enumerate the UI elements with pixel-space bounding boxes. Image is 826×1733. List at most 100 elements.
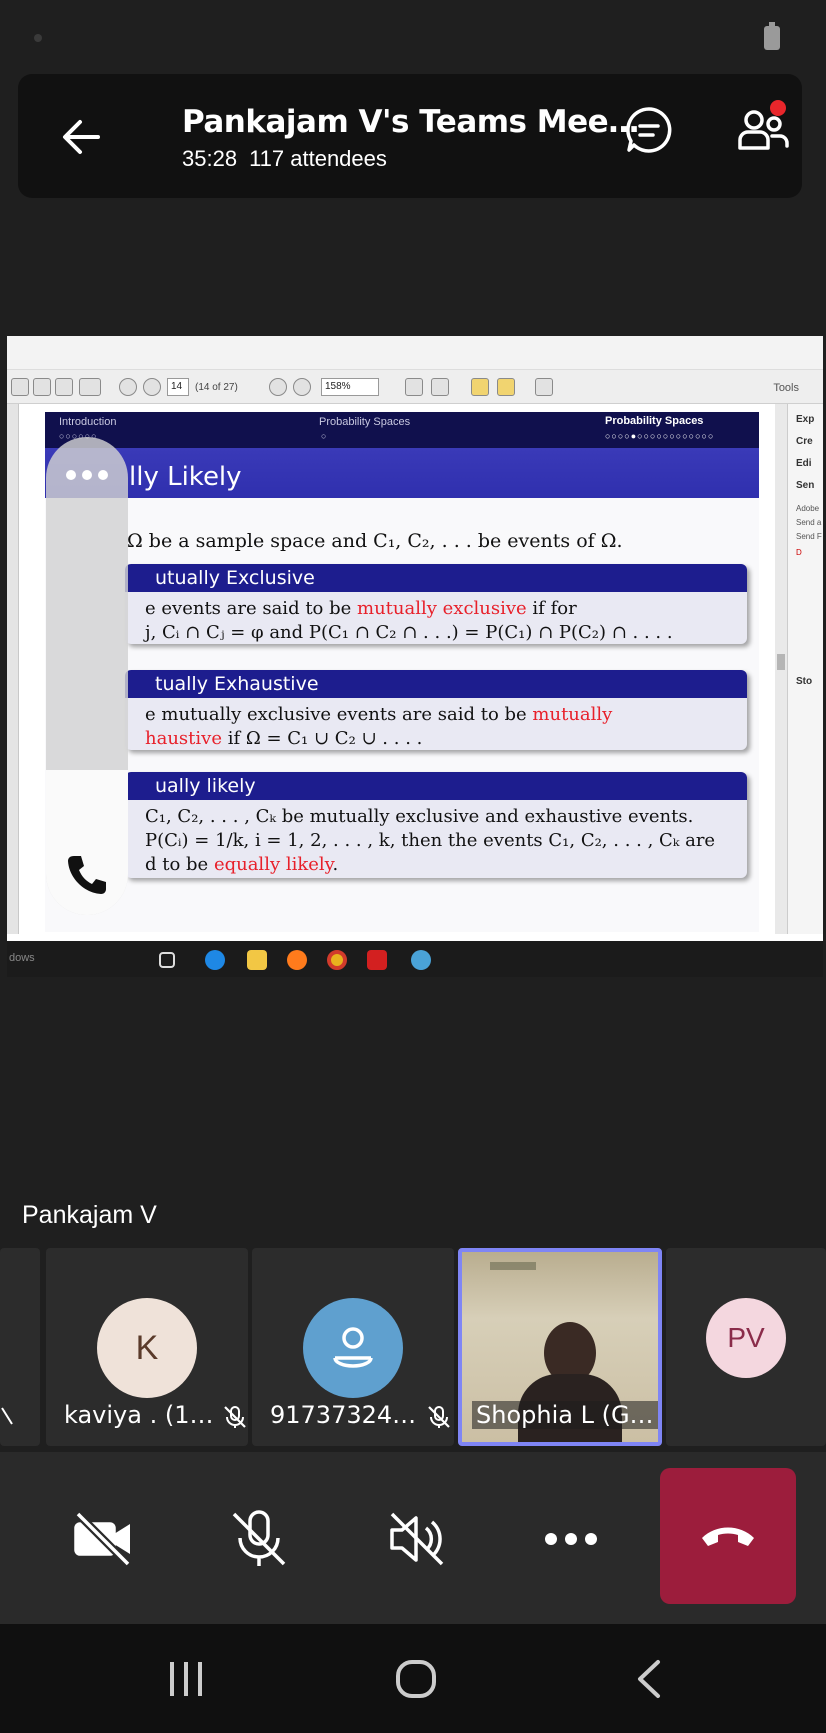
- highlight-icon: [497, 378, 515, 396]
- acrobat-icon: [367, 950, 387, 970]
- avatar: K: [97, 1298, 197, 1398]
- panel-text: D: [796, 548, 802, 557]
- file-explorer-icon: [247, 950, 267, 970]
- chat-icon[interactable]: [623, 104, 675, 156]
- attendee-count: 117 attendees: [249, 146, 387, 171]
- box-line: j, Cᵢ ∩ Cⱼ = φ and P(C₁ ∩ C₂ ∩ . . .) = …: [145, 622, 673, 643]
- participant-tile[interactable]: PV: [666, 1248, 826, 1446]
- floating-call-button[interactable]: [46, 770, 128, 915]
- box-line: e mutually exclusive events are said to …: [145, 704, 612, 725]
- panel-text: Adobe: [796, 504, 820, 513]
- task-view-icon: [159, 952, 175, 968]
- panel-item: Edi: [796, 458, 812, 469]
- slide-navbar: Introduction ○○○○○○ Probability Spaces ○…: [45, 412, 759, 448]
- leave-call-button[interactable]: [660, 1468, 796, 1604]
- mic-off-icon: [224, 1406, 246, 1428]
- box-heading: tually Exhaustive: [125, 670, 747, 698]
- hang-up-icon: [702, 1527, 754, 1546]
- panel-item: Sto: [796, 676, 813, 687]
- meeting-header: Pankajam V's Teams Mee… 35:28 117 attende…: [18, 74, 802, 198]
- highlight-text: mutually exclusive: [357, 598, 527, 619]
- participant-tile[interactable]: 91737324…: [252, 1248, 454, 1446]
- more-options-icon[interactable]: [62, 465, 112, 485]
- page-number-input: 14: [167, 378, 189, 396]
- phone-icon[interactable]: [64, 852, 110, 898]
- box-line: e events are said to be mutually exclusi…: [145, 598, 577, 619]
- definition-box-exhaustive: tually Exhaustive e mutually exclusive e…: [125, 670, 747, 750]
- highlight-text: mutually: [532, 704, 613, 725]
- avatar: PV: [706, 1298, 786, 1378]
- participant-tile[interactable]: K kaviya . (1…: [46, 1248, 248, 1446]
- zoom-in-icon: [293, 378, 311, 396]
- comment-icon: [471, 378, 489, 396]
- tools-label: Tools: [773, 382, 799, 394]
- page-count: (14 of 27): [195, 382, 238, 393]
- left-gutter: [7, 404, 19, 934]
- text: e mutually exclusive events are said to …: [145, 704, 533, 725]
- nav-section-current: Probability Spaces: [605, 415, 704, 427]
- mail-icon: [79, 378, 101, 396]
- speaker-off-icon[interactable]: [384, 1506, 450, 1572]
- nav-dots-center: ○: [321, 431, 328, 441]
- slide: Introduction ○○○○○○ Probability Spaces ○…: [45, 412, 759, 932]
- page-down-icon: [143, 378, 161, 396]
- participant-tile-speaking[interactable]: Shophia L (G…: [458, 1248, 662, 1446]
- panel-item: Exp: [796, 414, 815, 425]
- viewer-top-strip: [7, 336, 823, 370]
- battery-icon: [764, 22, 780, 50]
- meeting-duration: 35:28: [182, 146, 238, 171]
- zoom-out-icon: [269, 378, 287, 396]
- taskbar-label: dows: [9, 952, 35, 964]
- nav-section-introduction: Introduction: [59, 416, 117, 428]
- box-heading: utually Exclusive: [125, 564, 747, 592]
- firefox-icon: [287, 950, 307, 970]
- page-up-icon: [119, 378, 137, 396]
- mic-off-icon: [1, 1407, 13, 1425]
- text: if Ω = C₁ ∪ C₂ ∪ . . . .: [221, 728, 423, 749]
- app-icon: [411, 950, 431, 970]
- back-arrow-icon[interactable]: [56, 112, 116, 162]
- phone-user-icon: [333, 1327, 373, 1368]
- edge-icon: [205, 950, 225, 970]
- teams-meeting-screen: { "meeting": { "title": "Pankajam V's Te…: [0, 0, 826, 1733]
- system-navigation-bar: [0, 1624, 826, 1733]
- back-icon[interactable]: [634, 1658, 664, 1700]
- recent-apps-icon[interactable]: [166, 1660, 206, 1698]
- text: if for: [526, 598, 577, 619]
- highlight-text: haustive: [145, 728, 222, 749]
- participant-name: 91737324…: [270, 1401, 417, 1429]
- toolbar-button: [11, 378, 29, 396]
- slide-intro: Ω be a sample space and C₁, C₂, . . . be…: [127, 530, 623, 552]
- nav-dots-current: ○○○○●○○○○○○○○○○○○: [605, 431, 715, 441]
- home-icon[interactable]: [394, 1658, 438, 1700]
- avatar: [303, 1298, 403, 1398]
- video-wall-text: [490, 1262, 536, 1270]
- meeting-title: Pankajam V's Teams Mee…: [182, 104, 639, 140]
- fit-icon: [405, 378, 423, 396]
- presenter-name: Pankajam V: [8, 1194, 171, 1236]
- box-line: C₁, C₂, . . . , Cₖ be mutually exclusive…: [145, 806, 694, 827]
- text: e events are said to be: [145, 598, 358, 619]
- panel-text: Send a: [796, 518, 822, 527]
- participant-tile-partial[interactable]: [0, 1248, 40, 1446]
- pdf-toolbar: 14 (14 of 27) 158% Tools: [7, 370, 823, 404]
- highlight-text: equally likely: [213, 854, 333, 875]
- camera-off-icon[interactable]: [70, 1506, 136, 1572]
- shared-taskbar: dows: [7, 941, 823, 977]
- more-icon[interactable]: [538, 1506, 604, 1572]
- right-tools-panel: Exp Cre Edi Sen Adobe Send a Send F D St…: [787, 404, 823, 934]
- panel-item: Sen: [796, 480, 815, 491]
- shared-screen: 14 (14 of 27) 158% Tools Exp Cre Edi Sen…: [7, 336, 823, 977]
- mic-off-icon[interactable]: [226, 1506, 292, 1572]
- save-icon: [33, 378, 51, 396]
- status-bar: [0, 0, 826, 70]
- call-controls: [0, 1452, 826, 1624]
- expand-icon: [535, 378, 553, 396]
- definition-box-equally-likely: ually likely C₁, C₂, . . . , Cₖ be mutua…: [125, 772, 747, 878]
- box-heading: ually likely: [125, 772, 747, 800]
- nav-section-center: Probability Spaces: [319, 416, 411, 428]
- print-icon: [55, 378, 73, 396]
- definition-box-exclusive: utually Exclusive e events are said to b…: [125, 564, 747, 644]
- notification-dot: [770, 100, 786, 116]
- meeting-subtitle: 35:28 117 attendees: [182, 146, 399, 172]
